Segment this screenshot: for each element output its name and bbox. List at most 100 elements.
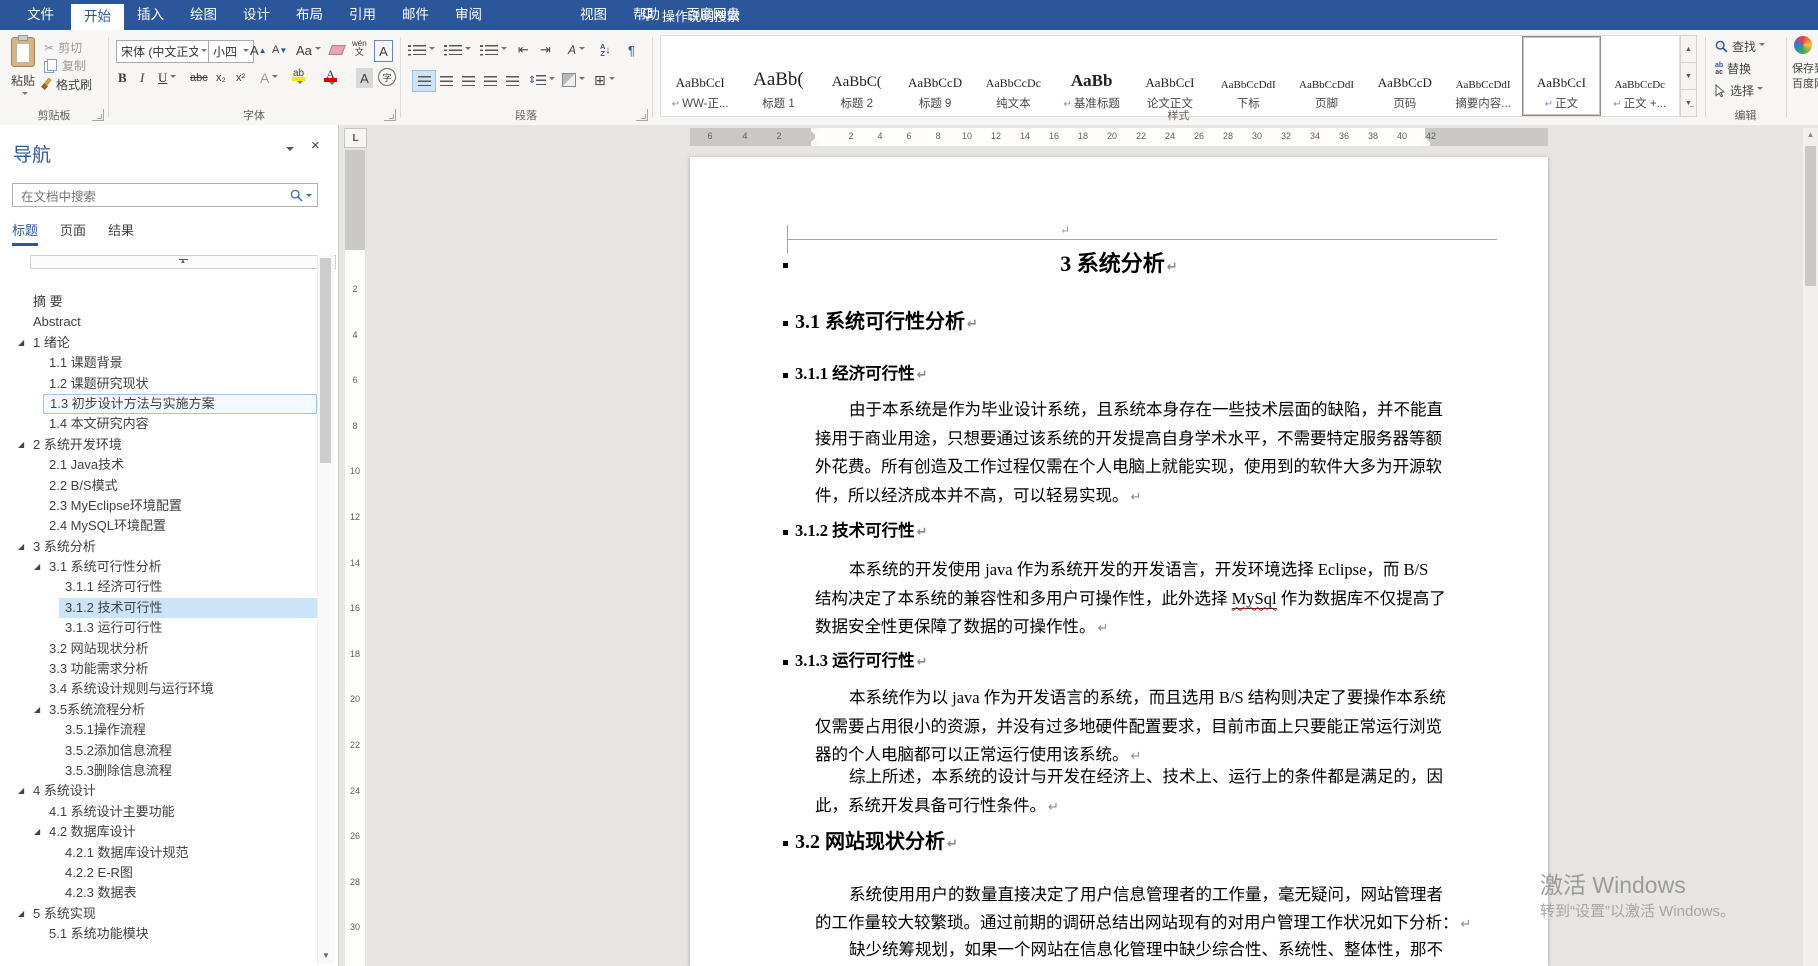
borders-button[interactable]: ⊞ bbox=[594, 70, 615, 90]
nav-item[interactable]: 1.4 本文研究内容 bbox=[0, 414, 317, 434]
doc-line[interactable]: 外花费。所有创造及工作过程仅需在个人电脑上就能实现，使用到的软件大多为开源软 bbox=[815, 453, 1455, 482]
nav-item[interactable]: 3.2 网站现状分析 bbox=[0, 639, 317, 659]
gallery-scroll-up-icon[interactable]: ▲ bbox=[1680, 35, 1697, 63]
cut-button[interactable]: ✂ 剪切 bbox=[44, 39, 82, 56]
justify-button[interactable] bbox=[478, 70, 502, 92]
nav-item[interactable]: 2.4 MySQL环境配置 bbox=[0, 516, 317, 536]
grow-font-button[interactable]: A ▲ bbox=[250, 40, 267, 60]
doc-paragraph[interactable]: 由于本系统是作为毕业设计系统，且系统本身存在一些技术层面的缺陷，并不能直 接用于商… bbox=[815, 396, 1455, 511]
expand-triangle-icon[interactable]: ◢ bbox=[18, 781, 24, 801]
doc-paragraph[interactable]: 本系统作为以 java 作为开发语言的系统，而且选用 B/S 结构则决定了要操作… bbox=[815, 684, 1455, 770]
phonetic-guide-button[interactable]: wén 文 bbox=[352, 38, 367, 58]
ribbon-tab-开始[interactable]: 开始 bbox=[71, 4, 124, 30]
paste-button[interactable]: 粘贴 bbox=[8, 35, 38, 103]
doc-heading[interactable]: 3.1 系统可行性分析 ↵ bbox=[783, 309, 978, 338]
nav-item[interactable]: 1.2 课题研究现状 bbox=[0, 374, 317, 394]
clear-formatting-icon[interactable] bbox=[328, 40, 346, 60]
nav-item[interactable]: ◢ 3 系统分析 bbox=[0, 537, 317, 557]
font-color-button[interactable]: A bbox=[324, 68, 337, 88]
doc-paragraph[interactable]: 综上所述，本系统的设计与开发在经济上、技术上、运行上的条件都是满足的，因 此，系统… bbox=[815, 763, 1455, 820]
style-item-论文正文[interactable]: AaBbCcI 论文正文 bbox=[1131, 36, 1209, 116]
shrink-font-button[interactable]: A ▼ bbox=[272, 40, 287, 60]
style-item-正文[interactable]: AaBbCcI ↵ 正文 bbox=[1522, 36, 1601, 116]
nav-item[interactable]: 3.5.1操作流程 bbox=[0, 720, 317, 740]
nav-item[interactable]: 3.3 功能需求分析 bbox=[0, 659, 317, 679]
nav-tab-页面[interactable]: 页面 bbox=[60, 220, 86, 246]
doc-line[interactable]: 的工作量较大较繁琐。通过前期的调研总结出网站现有的对用户管理工作状况如下分析： ↵ bbox=[815, 909, 1471, 937]
ribbon-tab-视图[interactable]: 视图 bbox=[567, 0, 620, 30]
nav-scrollbar-thumb[interactable] bbox=[320, 258, 331, 463]
doc-line[interactable]: 结构决定了本系统的兼容性和多用户可操作性，此外选择 MySql 作为数据库不仅提… bbox=[815, 585, 1455, 614]
strikethrough-button[interactable]: abc bbox=[190, 68, 208, 88]
bold-button[interactable]: B bbox=[118, 68, 127, 88]
nav-item[interactable]: 摘 要 bbox=[0, 292, 317, 312]
select-button[interactable]: 选择 bbox=[1715, 82, 1763, 99]
font-size-select[interactable]: 小四 bbox=[208, 40, 254, 63]
nav-item[interactable]: ◢ 3.5系统流程分析 bbox=[0, 700, 317, 720]
nav-item[interactable]: Abstract bbox=[0, 312, 317, 332]
expand-triangle-icon[interactable]: ◢ bbox=[34, 822, 40, 842]
change-case-button[interactable]: Aa bbox=[296, 40, 321, 60]
doc-line[interactable]: 件，所以经济成本并不高，可以轻易实现。 ↵ bbox=[815, 482, 1455, 511]
nav-close-icon[interactable]: × bbox=[311, 137, 320, 154]
nav-tab-标题[interactable]: 标题 bbox=[12, 220, 39, 246]
doc-line[interactable]: 综上所述，本系统的设计与开发在经济上、技术上、运行上的条件都是满足的，因 bbox=[815, 763, 1455, 792]
paragraph-dialog-launcher-icon[interactable] bbox=[636, 109, 648, 121]
highlight-color-button[interactable]: ab bbox=[292, 68, 305, 88]
nav-item[interactable]: 3.5.3删除信息流程 bbox=[0, 761, 317, 781]
style-item-下标[interactable]: AaBbCcDdI 下标 bbox=[1209, 36, 1287, 116]
nav-item[interactable]: ◢ 5 系统实现 bbox=[0, 904, 317, 924]
bullets-button[interactable] bbox=[408, 40, 435, 60]
nav-item[interactable]: 3.1.3 运行可行性 bbox=[0, 618, 317, 638]
baidu-netdisk-icon[interactable] bbox=[1794, 36, 1812, 54]
expand-triangle-icon[interactable]: ◢ bbox=[18, 537, 24, 557]
doc-line[interactable]: 仅需要占用很小的资源，并没有过多地硬件配置要求，目前市面上只要能正常运行浏览 bbox=[815, 713, 1455, 742]
show-marks-button[interactable]: ¶ bbox=[628, 40, 635, 60]
line-spacing-button[interactable]: ⇕ bbox=[528, 70, 555, 90]
style-item-页码[interactable]: AaBbCcD 页码 bbox=[1366, 36, 1444, 116]
tell-me-search[interactable]: 操作说明搜索 bbox=[662, 6, 740, 25]
nav-item[interactable]: 5.1 系统功能模块 bbox=[0, 924, 317, 944]
style-item-WW-正...[interactable]: AaBbCcI ↵ WW-正... bbox=[661, 36, 739, 116]
baidu-save-label1[interactable]: 保存到 bbox=[1792, 60, 1818, 76]
nav-scroll-down-icon[interactable]: ▼ bbox=[318, 947, 334, 964]
sort-button[interactable]: AZ ↓ bbox=[600, 40, 610, 60]
nav-scrollbar[interactable]: ▼ bbox=[317, 255, 334, 964]
doc-line[interactable]: 缺少统筹规划，如果一个网站在信息化管理中缺少综合性、系统性、整体性，那不 bbox=[815, 936, 1455, 964]
nav-item[interactable]: ◢ 2 系统开发环境 bbox=[0, 435, 317, 455]
ribbon-tab-插入[interactable]: 插入 bbox=[124, 0, 177, 30]
nav-item[interactable]: ◢ 4 系统设计 bbox=[0, 781, 317, 801]
numbering-button[interactable] bbox=[444, 40, 471, 60]
document-scrollbar[interactable]: ▲ bbox=[1803, 128, 1818, 966]
expand-triangle-icon[interactable]: ◢ bbox=[18, 904, 24, 924]
nav-item[interactable]: 4.2.2 E-R图 bbox=[0, 863, 317, 883]
doc-heading[interactable]: 3.1.3 运行可行性 ↵ bbox=[783, 650, 928, 674]
doc-heading[interactable]: 3 系统分析 ↵ bbox=[690, 249, 1548, 283]
doc-heading[interactable]: 3.1.1 经济可行性 ↵ bbox=[783, 363, 928, 387]
doc-heading[interactable]: 3.1.2 技术可行性 ↵ bbox=[783, 520, 928, 544]
ribbon-tab-邮件[interactable]: 邮件 bbox=[389, 0, 442, 30]
ribbon-tab-绘图[interactable]: 绘图 bbox=[177, 0, 230, 30]
doc-paragraph[interactable]: 本系统的开发使用 java 作为系统开发的开发语言，开发环境选择 Eclipse… bbox=[815, 556, 1455, 642]
vertical-ruler[interactable]: 2 4 6 8 10 12 14 16 18 20 22 24 26 28 30 bbox=[345, 150, 365, 966]
shading-button[interactable] bbox=[562, 70, 585, 90]
asian-layout-button[interactable]: A bbox=[568, 40, 585, 60]
align-right-button[interactable] bbox=[456, 70, 480, 92]
nav-item[interactable]: 4.1 系统设计主要功能 bbox=[0, 802, 317, 822]
character-shading-button[interactable]: A bbox=[356, 68, 373, 88]
font-name-select[interactable]: 宋体 (中文正文) bbox=[116, 40, 212, 63]
align-center-button[interactable] bbox=[434, 70, 458, 92]
expand-triangle-icon[interactable]: ◢ bbox=[18, 435, 24, 455]
doc-scrollbar-thumb[interactable] bbox=[1805, 146, 1816, 286]
doc-heading[interactable]: 3.2 网站现状分析 ↵ bbox=[783, 829, 958, 858]
jump-to-top-bar[interactable]: ▲ bbox=[30, 255, 336, 269]
style-item-摘要内容...[interactable]: AaBbCcDdI 摘要内容... bbox=[1444, 36, 1522, 116]
nav-item[interactable]: 1.1 课题背景 bbox=[0, 353, 317, 373]
doc-line[interactable]: 接用于商业用途，只想要通过该系统的开发提高自身学术水平，不需要特定服务器等额 bbox=[815, 425, 1455, 454]
gallery-scroll-down-icon[interactable]: ▼ bbox=[1680, 62, 1697, 90]
doc-line[interactable]: 系统使用用户的数量直接决定了用户信息管理者的工作量，毫无疑问，网站管理者 bbox=[815, 881, 1455, 909]
align-left-button[interactable] bbox=[412, 70, 436, 92]
subscript-button[interactable]: x₂ bbox=[216, 68, 226, 88]
doc-line[interactable]: 本系统的开发使用 java 作为系统开发的开发语言，开发环境选择 Eclipse… bbox=[815, 556, 1455, 585]
replace-button[interactable]: ab ac 替换 bbox=[1715, 60, 1751, 77]
